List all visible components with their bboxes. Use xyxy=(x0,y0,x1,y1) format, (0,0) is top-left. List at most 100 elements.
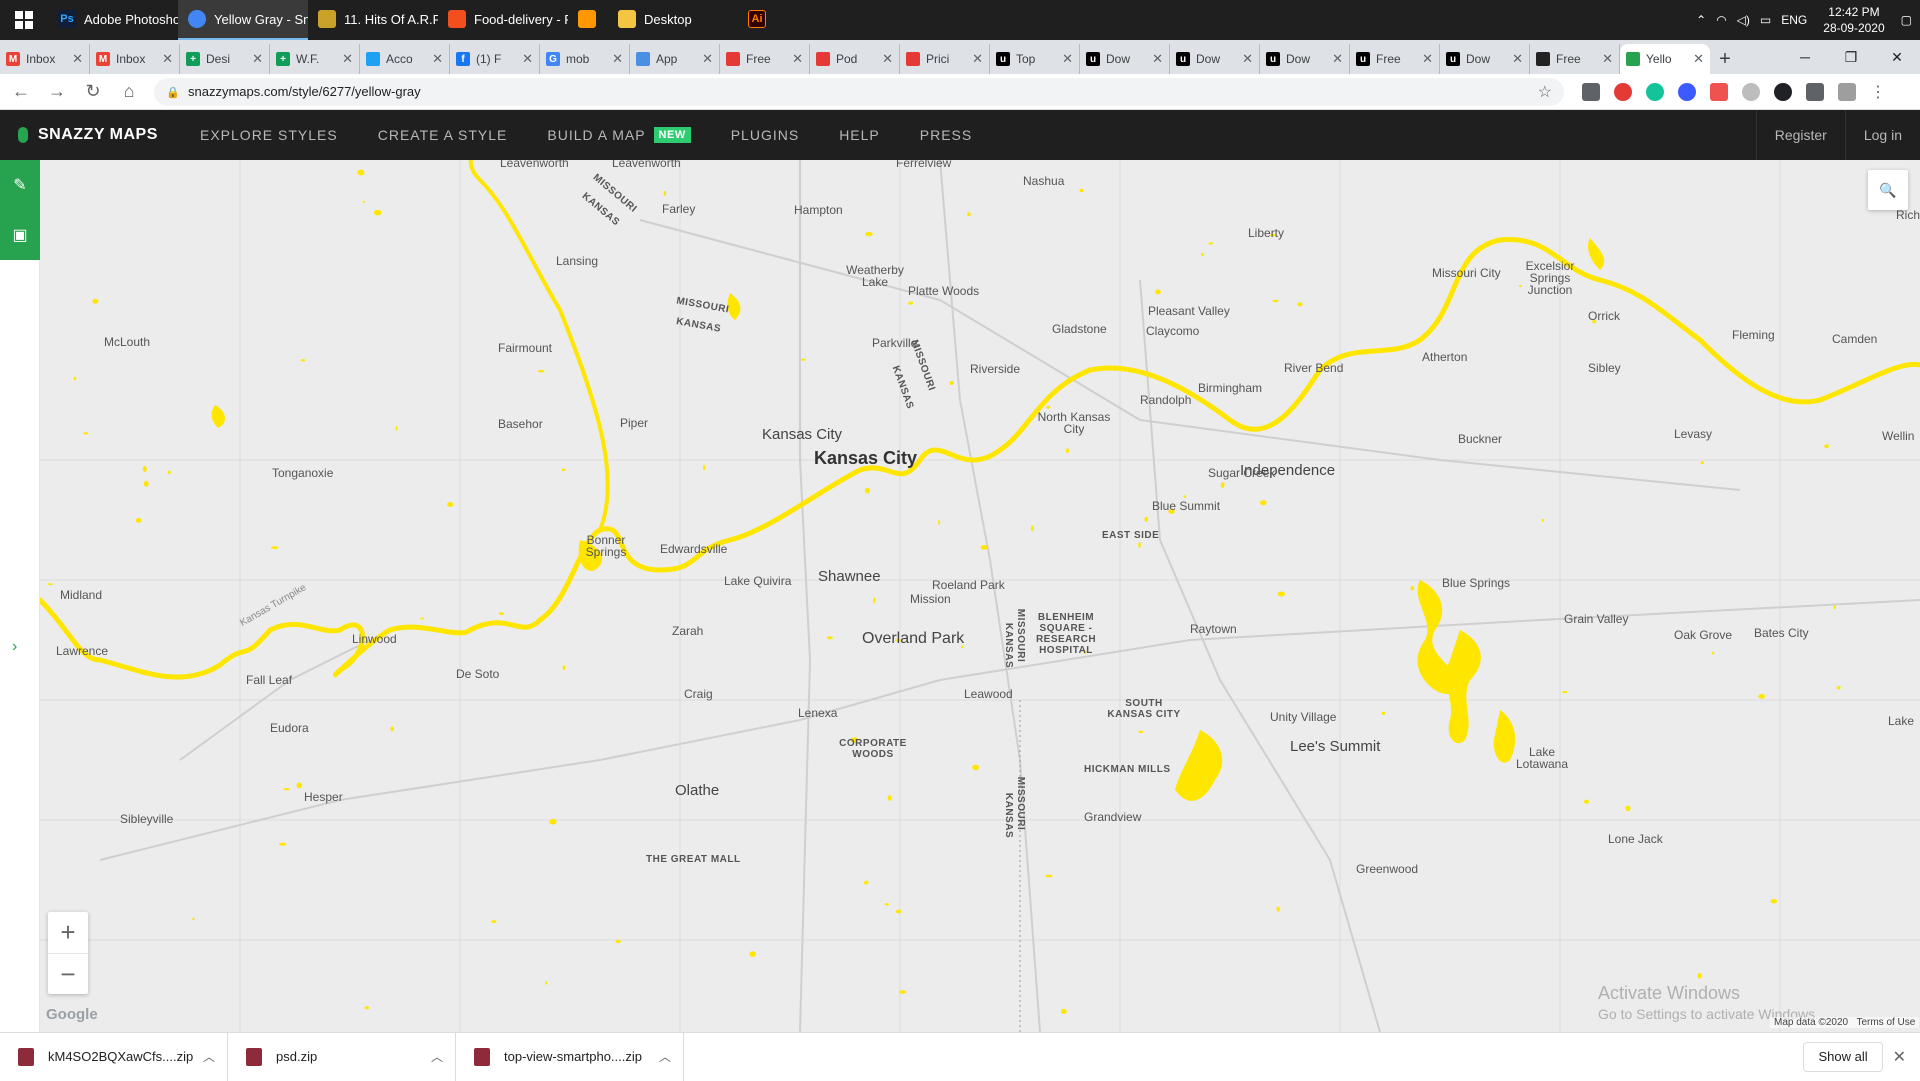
taskbar-app-music[interactable]: 11. Hits Of A.R.Rah... xyxy=(308,0,438,40)
browser-tab[interactable]: App ✕ xyxy=(630,44,720,74)
download-item[interactable]: top-view-smartpho....zip ︿ xyxy=(456,1032,684,1081)
map-image-button[interactable]: ▣ xyxy=(0,210,40,260)
browser-tab[interactable]: Free ✕ xyxy=(1530,44,1620,74)
colorpick-extension-icon[interactable] xyxy=(1678,82,1696,101)
zoom-out-button[interactable]: − xyxy=(48,953,88,994)
clock[interactable]: 12:42 PM 28-09-2020 xyxy=(1817,4,1890,36)
home-icon[interactable]: ⌂ xyxy=(114,77,144,107)
taskbar-app-figma[interactable]: Food-delivery - Fig... xyxy=(438,0,568,40)
adblock-extension-icon[interactable] xyxy=(1614,82,1632,101)
reload-icon[interactable]: ↻ xyxy=(78,77,108,107)
zoom-in-button[interactable]: + xyxy=(48,912,88,953)
tab-close-icon[interactable]: ✕ xyxy=(342,51,353,67)
tab-close-icon[interactable]: ✕ xyxy=(612,51,623,67)
browser-tab[interactable]: u Dow ✕ xyxy=(1080,44,1170,74)
browser-tab[interactable]: Acco ✕ xyxy=(360,44,450,74)
map-canvas[interactable]: Kansas City Kansas City Overland Park In… xyxy=(40,160,1920,1032)
tab-close-icon[interactable]: ✕ xyxy=(522,51,533,67)
notifications-icon[interactable]: ▢ xyxy=(1901,13,1912,27)
address-bar[interactable]: 🔒 snazzymaps.com/style/6277/yellow-gray … xyxy=(154,77,1564,106)
tab-close-icon[interactable]: ✕ xyxy=(162,51,173,67)
browser-tab[interactable]: u Dow ✕ xyxy=(1440,44,1530,74)
browser-tab[interactable]: u Top ✕ xyxy=(990,44,1080,74)
browser-tab[interactable]: u Free ✕ xyxy=(1350,44,1440,74)
tab-close-icon[interactable]: ✕ xyxy=(72,51,83,67)
browser-tab[interactable]: Gmob ✕ xyxy=(540,44,630,74)
download-item[interactable]: psd.zip ︿ xyxy=(228,1032,456,1081)
tab-title: Dow xyxy=(1466,52,1491,66)
screenshot-extension-icon[interactable] xyxy=(1582,82,1600,101)
tab-close-icon[interactable]: ✕ xyxy=(792,51,803,67)
profile-extension-icon[interactable] xyxy=(1838,82,1856,101)
close-window-icon[interactable]: ✕ xyxy=(1874,40,1920,74)
site-logo[interactable]: SNAZZY MAPS xyxy=(0,126,180,144)
nav-build-a-map[interactable]: BUILD A MAP NEW xyxy=(527,110,710,160)
tab-close-icon[interactable]: ✕ xyxy=(252,51,263,67)
bookmark-star-icon[interactable]: ☆ xyxy=(1538,82,1552,102)
nav-create-a-style[interactable]: CREATE A STYLE xyxy=(358,110,528,160)
tab-close-icon[interactable]: ✕ xyxy=(1242,51,1253,67)
nav-plugins[interactable]: PLUGINS xyxy=(711,110,819,160)
taskbar-app-illustrator[interactable]: Ai xyxy=(738,0,778,40)
chevron-up-icon[interactable]: ⌃ xyxy=(1696,13,1706,27)
register-link[interactable]: Register xyxy=(1755,110,1845,160)
browser-tab[interactable]: Free ✕ xyxy=(720,44,810,74)
whatfont-extension-icon[interactable] xyxy=(1774,82,1792,101)
new-tab-button[interactable]: + xyxy=(1710,44,1740,74)
tab-close-icon[interactable]: ✕ xyxy=(972,51,983,67)
battery-icon[interactable]: ▭ xyxy=(1760,13,1771,27)
browser-tab[interactable]: u Dow ✕ xyxy=(1260,44,1350,74)
tab-close-icon[interactable]: ✕ xyxy=(1152,51,1163,67)
chrome-menu-icon[interactable]: ⋮ xyxy=(1870,82,1886,102)
chevron-up-icon[interactable]: ︿ xyxy=(431,1048,443,1065)
browser-tab[interactable]: f (1) F ✕ xyxy=(450,44,540,74)
tab-close-icon[interactable]: ✕ xyxy=(1062,51,1073,67)
terms-of-use-link[interactable]: Terms of Use xyxy=(1856,1017,1915,1028)
browser-tab[interactable]: u Dow ✕ xyxy=(1170,44,1260,74)
puzzle-extensions-icon[interactable] xyxy=(1806,82,1824,101)
restore-icon[interactable]: ❐ xyxy=(1828,40,1874,74)
browser-tab[interactable]: + W.F. ✕ xyxy=(270,44,360,74)
expand-panel-chevron-icon[interactable]: › xyxy=(12,638,17,656)
windows-start-button[interactable] xyxy=(0,0,48,40)
chevron-up-icon[interactable]: ︿ xyxy=(203,1048,215,1065)
back-arrow-icon[interactable]: ← xyxy=(6,77,36,107)
nav-explore-styles[interactable]: EXPLORE STYLES xyxy=(180,110,358,160)
capture-extension-icon[interactable] xyxy=(1710,82,1728,101)
nav-press[interactable]: PRESS xyxy=(900,110,992,160)
browser-tab[interactable]: Prici ✕ xyxy=(900,44,990,74)
taskbar-app-chrome[interactable]: Yellow Gray - Snazz... xyxy=(178,0,308,40)
taskbar-app-photoshop[interactable]: Ps Adobe Photoshop ... xyxy=(48,0,178,40)
download-item[interactable]: kM4SO2BQXawCfs....zip ︿ xyxy=(0,1032,228,1081)
edit-style-button[interactable]: ✎ xyxy=(0,160,40,210)
language-icon[interactable]: ENG xyxy=(1781,13,1807,27)
volume-icon[interactable]: ◁) xyxy=(1737,13,1750,27)
wifi-icon[interactable]: ◠ xyxy=(1716,13,1726,27)
minimize-icon[interactable]: ─ xyxy=(1782,40,1828,74)
browser-tab[interactable]: Yello ✕ xyxy=(1620,44,1710,74)
dark-mode-extension-icon[interactable] xyxy=(1742,82,1760,101)
browser-tab[interactable]: + Desi ✕ xyxy=(180,44,270,74)
grammarly-extension-icon[interactable] xyxy=(1646,82,1664,101)
browser-tab[interactable]: M Inbox ✕ xyxy=(90,44,180,74)
map-label-nashua: Nashua xyxy=(1023,174,1065,188)
browser-tab[interactable]: Pod ✕ xyxy=(810,44,900,74)
tab-close-icon[interactable]: ✕ xyxy=(882,51,893,67)
tab-close-icon[interactable]: ✕ xyxy=(1512,51,1523,67)
forward-arrow-icon[interactable]: → xyxy=(42,77,72,107)
browser-tab[interactable]: M Inbox ✕ xyxy=(0,44,90,74)
show-all-downloads-button[interactable]: Show all xyxy=(1803,1041,1883,1072)
taskbar-app-desktop-folder[interactable]: Desktop xyxy=(608,0,738,40)
tab-close-icon[interactable]: ✕ xyxy=(702,51,713,67)
map-search-button[interactable]: 🔍 xyxy=(1868,170,1908,210)
tab-close-icon[interactable]: ✕ xyxy=(1602,51,1613,67)
close-downloads-bar-icon[interactable]: ✕ xyxy=(1893,1047,1906,1067)
nav-help[interactable]: HELP xyxy=(819,110,900,160)
chevron-up-icon[interactable]: ︿ xyxy=(659,1048,671,1065)
tab-close-icon[interactable]: ✕ xyxy=(1332,51,1343,67)
tab-close-icon[interactable]: ✕ xyxy=(1422,51,1433,67)
taskbar-app-sublime[interactable] xyxy=(568,0,608,40)
tab-close-icon[interactable]: ✕ xyxy=(1693,51,1704,67)
login-link[interactable]: Log in xyxy=(1844,110,1920,160)
tab-close-icon[interactable]: ✕ xyxy=(432,51,443,67)
